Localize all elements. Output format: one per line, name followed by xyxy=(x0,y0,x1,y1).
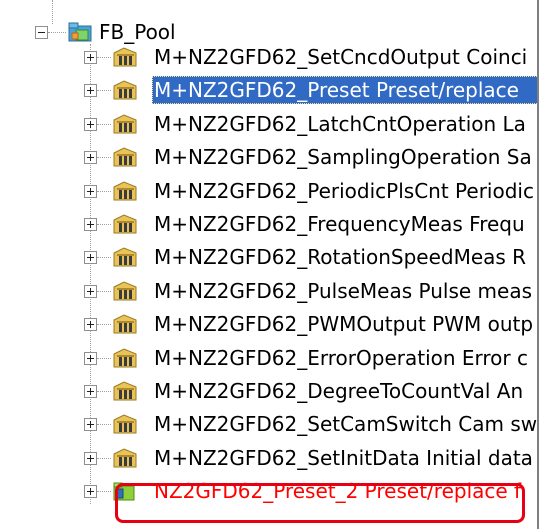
tree-guide-line xyxy=(97,391,111,392)
tree-guide-line xyxy=(97,257,111,258)
fb-library-icon xyxy=(113,314,137,334)
fb-library-icon xyxy=(113,348,137,368)
tree-guide-line xyxy=(97,458,111,459)
tree-item-label[interactable]: M+NZ2GFD62_PWMOutput PWM outp xyxy=(152,310,535,338)
tree-guide-line xyxy=(97,324,111,325)
expand-toggle[interactable] xyxy=(84,385,97,398)
tree-item-label[interactable]: M+NZ2GFD62_LatchCntOperation La xyxy=(152,110,528,138)
expand-toggle[interactable] xyxy=(84,485,97,498)
root-collapse-toggle[interactable] xyxy=(35,26,48,39)
fb-library-icon xyxy=(113,214,137,234)
expand-toggle[interactable] xyxy=(84,418,97,431)
tree-guide-line xyxy=(97,157,111,158)
expand-toggle[interactable] xyxy=(84,218,97,231)
fb-pool-folder-icon xyxy=(68,22,92,42)
tree-guide-line xyxy=(97,90,111,91)
tree-item-label[interactable]: M+NZ2GFD62_PulseMeas Pulse meas xyxy=(152,277,534,305)
tree-item-label[interactable]: M+NZ2GFD62_SetInitData Initial data xyxy=(152,444,535,472)
tree-guide-line xyxy=(97,491,111,492)
tree-item-label-selected[interactable]: M+NZ2GFD62_Preset Preset/replace xyxy=(152,76,539,104)
root-label[interactable]: FB_Pool xyxy=(97,18,178,46)
fb-library-icon xyxy=(113,381,137,401)
expand-toggle[interactable] xyxy=(84,318,97,331)
expand-toggle[interactable] xyxy=(84,185,97,198)
tree-item-label[interactable]: M+NZ2GFD62_SetCncdOutput Coinci xyxy=(152,43,529,71)
tree-guide-line xyxy=(97,358,111,359)
tree-item-label[interactable]: M+NZ2GFD62_RotationSpeedMeas R xyxy=(152,243,528,271)
tree-guide-line xyxy=(97,124,111,125)
tree-guide-line xyxy=(90,44,91,504)
fb-library-icon xyxy=(113,147,137,167)
fb-pool-tree[interactable]: FB_Pool M+NZ2GFD62_SetCncdOutput Coinci M… xyxy=(0,0,541,529)
fb-library-icon xyxy=(113,80,137,100)
expand-toggle[interactable] xyxy=(84,285,97,298)
tree-item-label[interactable]: M+NZ2GFD62_FrequencyMeas Frequ xyxy=(152,210,527,238)
panel-border xyxy=(537,0,539,529)
fb-library-icon xyxy=(113,47,137,67)
tree-item-label[interactable]: M+NZ2GFD62_ErrorOperation Error c xyxy=(152,344,530,372)
expand-toggle[interactable] xyxy=(84,251,97,264)
tree-item-label[interactable]: M+NZ2GFD62_SetCamSwitch Cam sw xyxy=(152,410,539,438)
expand-toggle[interactable] xyxy=(84,352,97,365)
tree-guide-line xyxy=(52,0,53,24)
tree-guide-line xyxy=(97,291,111,292)
tree-item-label[interactable]: M+NZ2GFD62_DegreeToCountVal An xyxy=(152,377,525,405)
fb-library-icon xyxy=(113,247,137,267)
expand-toggle[interactable] xyxy=(84,51,97,64)
fb-library-icon xyxy=(113,114,137,134)
fb-library-icon xyxy=(113,414,137,434)
fb-library-icon xyxy=(113,281,137,301)
tree-item-label[interactable]: M+NZ2GFD62_SamplingOperation Sa xyxy=(152,143,534,171)
expand-toggle[interactable] xyxy=(84,151,97,164)
expand-toggle[interactable] xyxy=(84,452,97,465)
tree-guide-line xyxy=(97,191,111,192)
tree-guide-line xyxy=(97,224,111,225)
tree-guide-line xyxy=(97,57,111,58)
tree-item-label[interactable]: M+NZ2GFD62_PeriodicPlsCnt Periodic xyxy=(152,177,536,205)
highlight-box xyxy=(115,483,525,523)
fb-library-icon xyxy=(113,181,137,201)
expand-toggle[interactable] xyxy=(84,118,97,131)
tree-guide-line xyxy=(97,424,111,425)
fb-library-icon xyxy=(113,448,137,468)
expand-toggle[interactable] xyxy=(84,84,97,97)
tree-guide-line xyxy=(48,32,66,33)
